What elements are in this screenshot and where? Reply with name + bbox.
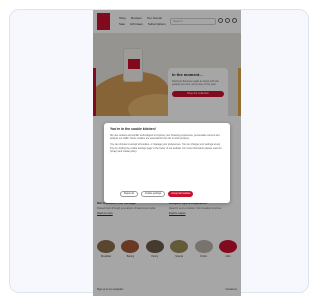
dialog-title: You're in the cookie kitchen! bbox=[110, 127, 156, 131]
cookie-consent-dialog: You're in the cookie kitchen! We use coo… bbox=[104, 123, 230, 203]
accept-all-button[interactable]: Accept all cookies bbox=[168, 191, 194, 197]
cookie-settings-button[interactable]: Cookie settings bbox=[140, 191, 166, 197]
dialog-text: We use cookies and similar technologies … bbox=[110, 134, 220, 141]
mobile-page: Shop Recipes Our brands Sale Gift ideas … bbox=[93, 10, 241, 296]
dialog-text: You can choose to accept all cookies, or… bbox=[110, 143, 222, 153]
reject-button[interactable]: Reject all bbox=[120, 191, 138, 197]
dialog-actions: Reject all Cookie settings Accept all co… bbox=[120, 191, 194, 197]
